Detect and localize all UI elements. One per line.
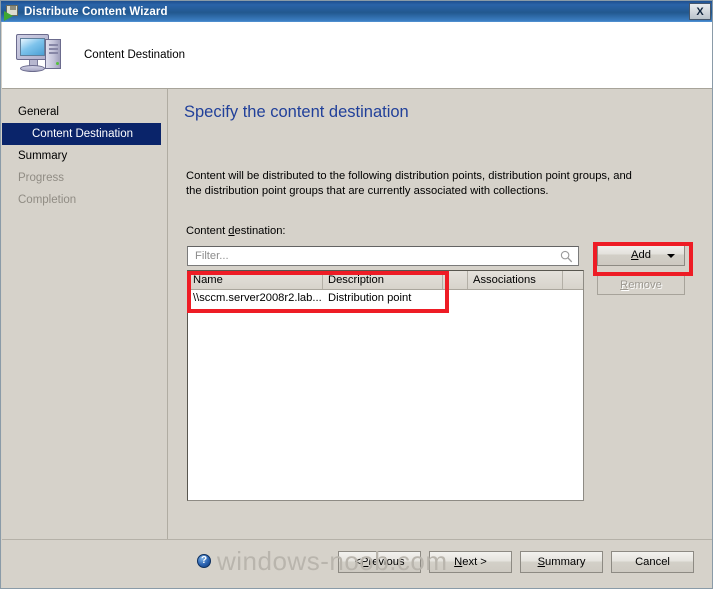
column-header-description[interactable]: Description	[323, 271, 443, 289]
table-header-row: Name Description Associations	[188, 271, 583, 290]
wizard-step-list: General Content Destination Summary Prog…	[2, 89, 168, 539]
sidebar-item-completion: Completion	[18, 194, 77, 206]
chevron-down-icon[interactable]	[667, 254, 675, 258]
previous-button[interactable]: < Previous	[338, 551, 421, 573]
footer-bar: ? < Previous Next > Summary Cancel	[2, 539, 712, 588]
title-bar: Distribute Content Wizard X	[1, 1, 712, 22]
computer-icon	[12, 30, 68, 80]
cell-name: \\sccm.server2008r2.lab...	[193, 292, 322, 304]
next-button[interactable]: Next >	[429, 551, 512, 573]
remove-button: Remove	[597, 274, 685, 295]
intro-text: Content will be distributed to the follo…	[186, 170, 632, 197]
window-title: Distribute Content Wizard	[24, 5, 168, 18]
content-destination-list[interactable]: Name Description Associations \\sccm.ser…	[187, 270, 584, 501]
cell-blank	[443, 290, 468, 307]
add-button-label: Add	[631, 249, 651, 261]
cell-description: Distribution point	[328, 292, 412, 304]
column-header-blank-2[interactable]	[563, 271, 583, 289]
sidebar-item-progress: Progress	[18, 172, 65, 184]
sidebar-item-summary[interactable]: Summary	[2, 145, 167, 167]
column-header-associations[interactable]: Associations	[468, 271, 563, 289]
summary-button[interactable]: Summary	[520, 551, 603, 573]
header-title: Content Destination	[84, 49, 186, 61]
cell-associations	[468, 290, 563, 307]
remove-button-label: Remove	[620, 278, 662, 291]
distribute-content-icon	[4, 4, 20, 21]
cancel-button[interactable]: Cancel	[611, 551, 694, 573]
column-header-name[interactable]: Name	[188, 271, 323, 289]
content-destination-label: Content destination:	[186, 225, 286, 237]
search-icon	[560, 250, 573, 263]
content-pane: Specify the content destination Content …	[168, 89, 712, 539]
help-icon[interactable]: ?	[197, 554, 211, 568]
distribute-content-wizard-window: Distribute Content Wizard X Content Dest…	[0, 0, 713, 589]
sidebar-item-content-destination[interactable]: Content Destination	[2, 123, 161, 145]
close-icon[interactable]: X	[689, 3, 711, 20]
table-row[interactable]: \\sccm.server2008r2.lab... Distribution …	[188, 290, 583, 307]
filter-field[interactable]	[187, 246, 579, 266]
add-button[interactable]: Add	[597, 244, 685, 266]
wizard-header: Content Destination	[2, 22, 712, 89]
filter-input[interactable]	[193, 249, 547, 263]
page-title: Specify the content destination	[184, 103, 409, 121]
sidebar-item-general[interactable]: General	[2, 101, 167, 123]
column-header-blank-1[interactable]	[443, 271, 468, 289]
